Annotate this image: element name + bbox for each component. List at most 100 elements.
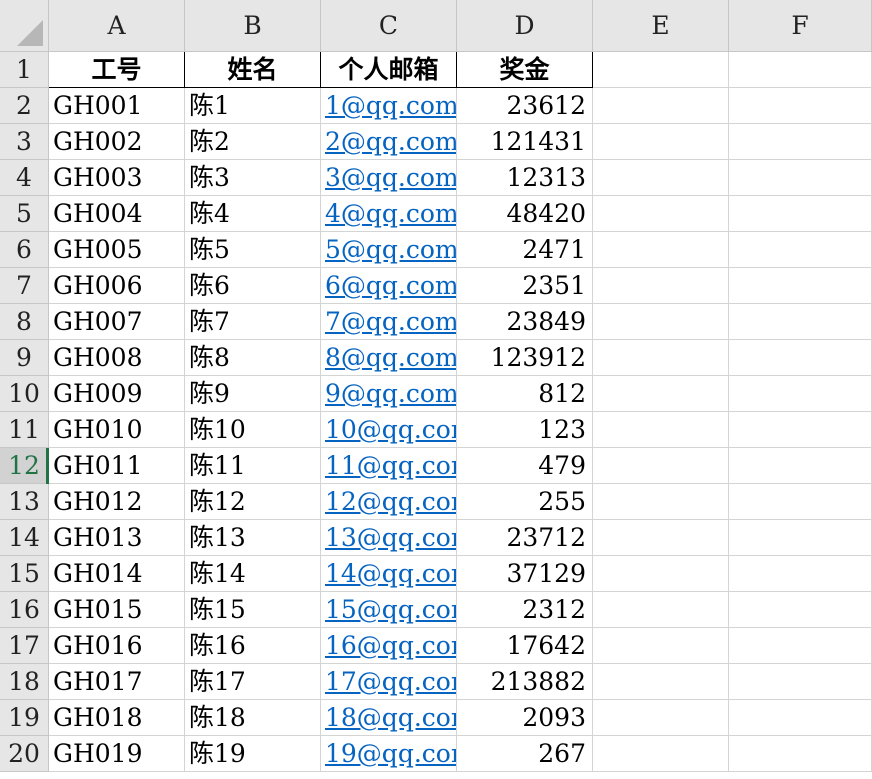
empty-cell[interactable] [729, 304, 872, 340]
cell-bonus[interactable]: 12313 [457, 160, 593, 196]
empty-cell[interactable] [729, 196, 872, 232]
cell-email-link[interactable]: 11@qq.com [321, 448, 457, 484]
empty-cell[interactable] [593, 736, 729, 772]
cell-name[interactable]: 陈19 [185, 736, 321, 772]
cell-bonus[interactable]: 267 [457, 736, 593, 772]
cell-employee-id[interactable]: GH005 [49, 232, 185, 268]
cell-employee-id[interactable]: GH002 [49, 124, 185, 160]
cell-email-link[interactable]: 1@qq.com [321, 88, 457, 124]
empty-cell[interactable] [593, 196, 729, 232]
cell-bonus[interactable]: 48420 [457, 196, 593, 232]
empty-cell[interactable] [729, 340, 872, 376]
cell-employee-id[interactable]: GH011 [49, 448, 185, 484]
cell-email-link[interactable]: 5@qq.com [321, 232, 457, 268]
cell-email-link[interactable]: 8@qq.com [321, 340, 457, 376]
row-header[interactable]: 5 [0, 196, 49, 232]
cell-bonus[interactable]: 812 [457, 376, 593, 412]
row-header[interactable]: 11 [0, 412, 49, 448]
header-employee-id[interactable]: 工号 [49, 52, 185, 88]
empty-cell[interactable] [729, 736, 872, 772]
cell-employee-id[interactable]: GH009 [49, 376, 185, 412]
cell-name[interactable]: 陈8 [185, 340, 321, 376]
cell-bonus[interactable]: 2093 [457, 700, 593, 736]
row-header[interactable]: 14 [0, 520, 49, 556]
row-header[interactable]: 17 [0, 628, 49, 664]
cell-bonus[interactable]: 255 [457, 484, 593, 520]
cell-bonus[interactable]: 23712 [457, 520, 593, 556]
cell-employee-id[interactable]: GH016 [49, 628, 185, 664]
empty-cell[interactable] [593, 592, 729, 628]
header-bonus[interactable]: 奖金 [457, 52, 593, 88]
empty-cell[interactable] [729, 628, 872, 664]
cell-email-link[interactable]: 15@qq.com [321, 592, 457, 628]
cell-employee-id[interactable]: GH012 [49, 484, 185, 520]
cell-email-link[interactable]: 9@qq.com [321, 376, 457, 412]
cell-bonus[interactable]: 123912 [457, 340, 593, 376]
column-header-d[interactable]: D [457, 0, 593, 52]
cell-email-link[interactable]: 6@qq.com [321, 268, 457, 304]
row-header[interactable]: 6 [0, 232, 49, 268]
row-header[interactable]: 7 [0, 268, 49, 304]
cell-name[interactable]: 陈3 [185, 160, 321, 196]
empty-cell[interactable] [729, 88, 872, 124]
empty-cell[interactable] [593, 160, 729, 196]
empty-cell[interactable] [593, 268, 729, 304]
cell-bonus[interactable]: 17642 [457, 628, 593, 664]
cell-bonus[interactable]: 2351 [457, 268, 593, 304]
empty-cell[interactable] [593, 376, 729, 412]
row-header[interactable]: 16 [0, 592, 49, 628]
row-header[interactable]: 15 [0, 556, 49, 592]
empty-cell[interactable] [593, 664, 729, 700]
cell-name[interactable]: 陈1 [185, 88, 321, 124]
cell-employee-id[interactable]: GH018 [49, 700, 185, 736]
cell-email-link[interactable]: 19@qq.com [321, 736, 457, 772]
cell-email-link[interactable]: 10@qq.com [321, 412, 457, 448]
empty-cell[interactable] [593, 700, 729, 736]
empty-cell[interactable] [729, 412, 872, 448]
empty-cell[interactable] [729, 52, 872, 88]
empty-cell[interactable] [729, 484, 872, 520]
empty-cell[interactable] [729, 700, 872, 736]
empty-cell[interactable] [729, 448, 872, 484]
empty-cell[interactable] [593, 88, 729, 124]
cell-email-link[interactable]: 16@qq.com [321, 628, 457, 664]
cell-employee-id[interactable]: GH007 [49, 304, 185, 340]
cell-name[interactable]: 陈11 [185, 448, 321, 484]
column-header-f[interactable]: F [729, 0, 872, 52]
row-header[interactable]: 12 [0, 448, 49, 484]
cell-employee-id[interactable]: GH008 [49, 340, 185, 376]
cell-employee-id[interactable]: GH003 [49, 160, 185, 196]
cell-bonus[interactable]: 37129 [457, 556, 593, 592]
header-name[interactable]: 姓名 [185, 52, 321, 88]
cell-name[interactable]: 陈10 [185, 412, 321, 448]
cell-email-link[interactable]: 12@qq.com [321, 484, 457, 520]
empty-cell[interactable] [729, 520, 872, 556]
empty-cell[interactable] [593, 628, 729, 664]
column-header-e[interactable]: E [593, 0, 729, 52]
cell-name[interactable]: 陈16 [185, 628, 321, 664]
row-header[interactable]: 8 [0, 304, 49, 340]
empty-cell[interactable] [729, 124, 872, 160]
cell-name[interactable]: 陈7 [185, 304, 321, 340]
empty-cell[interactable] [729, 664, 872, 700]
cell-employee-id[interactable]: GH017 [49, 664, 185, 700]
cell-employee-id[interactable]: GH010 [49, 412, 185, 448]
row-header[interactable]: 3 [0, 124, 49, 160]
cell-name[interactable]: 陈4 [185, 196, 321, 232]
empty-cell[interactable] [593, 520, 729, 556]
cell-employee-id[interactable]: GH019 [49, 736, 185, 772]
cell-bonus[interactable]: 121431 [457, 124, 593, 160]
empty-cell[interactable] [593, 304, 729, 340]
cell-name[interactable]: 陈18 [185, 700, 321, 736]
cell-email-link[interactable]: 4@qq.com [321, 196, 457, 232]
empty-cell[interactable] [729, 160, 872, 196]
row-header[interactable]: 1 [0, 52, 49, 88]
row-header[interactable]: 19 [0, 700, 49, 736]
empty-cell[interactable] [729, 232, 872, 268]
cell-bonus[interactable]: 213882 [457, 664, 593, 700]
column-header-a[interactable]: A [49, 0, 185, 52]
cell-name[interactable]: 陈14 [185, 556, 321, 592]
cell-email-link[interactable]: 17@qq.com [321, 664, 457, 700]
cell-email-link[interactable]: 14@qq.com [321, 556, 457, 592]
cell-email-link[interactable]: 18@qq.com [321, 700, 457, 736]
